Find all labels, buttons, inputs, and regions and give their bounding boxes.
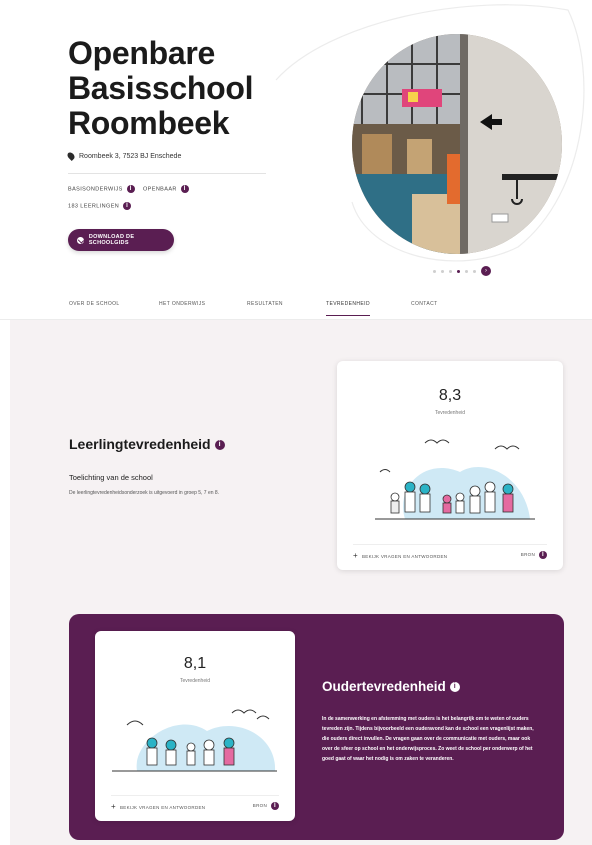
questions-link[interactable]: + Bekijk vragen en antwoorden <box>353 551 447 560</box>
location-pin-icon <box>66 151 76 161</box>
parent-card-footer: + Bekijk vragen en antwoorden Bron i <box>111 795 279 811</box>
parents-illustration <box>112 709 277 772</box>
tab-tevredenheid[interactable]: Tevredenheid <box>326 301 370 316</box>
download-schoolguide-button[interactable]: Download de schoolgids <box>68 229 174 251</box>
info-icon[interactable]: i <box>126 185 135 193</box>
school-type-text: Openbaar <box>143 186 177 193</box>
parent-satisfaction-description: In de samenwerking en afstemming met oud… <box>322 716 534 762</box>
questions-link-label: Bekijk vragen en antwoorden <box>361 553 448 559</box>
denomination-meta: Basisonderwijs i <box>68 185 135 193</box>
download-icon <box>77 236 84 244</box>
carousel-dot[interactable] <box>473 269 476 273</box>
parent-satisfaction-title: Oudertevredenheid i <box>322 679 460 694</box>
info-icon[interactable]: i <box>180 185 189 193</box>
school-photo <box>352 34 562 254</box>
hero-section: Openbare Basisschool Roombeek Roombeek 3… <box>0 0 592 290</box>
info-icon[interactable]: i <box>214 440 225 451</box>
parent-score-card: 8,1 Tevredenheid + Bekijk vragen en antwo… <box>95 631 295 821</box>
source-link[interactable]: Bron i <box>253 802 279 810</box>
download-button-label: Download de schoolgids <box>88 234 135 246</box>
address-line: Roombeek 3, 7523 BJ Enschede <box>66 151 182 161</box>
info-icon[interactable]: i <box>271 802 279 810</box>
questions-link[interactable]: + Bekijk vragen en antwoorden <box>111 802 205 811</box>
parent-score-value: 8,1 <box>183 655 207 672</box>
divider <box>68 173 266 174</box>
student-count-meta: 183 leerlingen i <box>68 202 132 210</box>
plus-icon: + <box>111 801 116 811</box>
carousel-dot[interactable] <box>449 269 452 273</box>
carousel-dot-active[interactable] <box>457 269 460 273</box>
address-text: Roombeek 3, 7523 BJ Enschede <box>79 152 182 160</box>
student-satisfaction-title-text: Leerlingtevredenheid <box>69 436 211 452</box>
carousel-dot[interactable] <box>441 269 444 273</box>
info-icon[interactable]: i <box>123 202 132 210</box>
classroom-photo-image <box>352 34 562 254</box>
plus-icon: + <box>353 550 358 560</box>
students-illustration <box>375 439 535 520</box>
school-type-meta: Openbaar i <box>143 185 189 193</box>
carousel-next-icon[interactable]: › <box>481 266 491 276</box>
tab-het-onderwijs[interactable]: Het onderwijs <box>159 301 205 315</box>
student-satisfaction-subtitle: Toelichting van de school <box>69 473 153 482</box>
student-count-text: 183 leerlingen <box>68 203 120 210</box>
student-score-card: 8,3 Tevredenheid + Bekijk vragen en antwo… <box>337 361 563 570</box>
info-icon[interactable]: i <box>449 682 460 693</box>
source-link[interactable]: Bron i <box>521 551 547 559</box>
info-icon[interactable]: i <box>539 551 547 559</box>
student-card-footer: + Bekijk vragen en antwoorden Bron i <box>353 544 547 560</box>
carousel-dot[interactable] <box>465 269 468 273</box>
parent-score-label: Tevredenheid <box>179 678 211 684</box>
tab-over-de-school[interactable]: Over de school <box>69 301 120 315</box>
questions-link-label: Bekijk vragen en antwoorden <box>119 804 206 810</box>
source-label: Bron <box>252 803 267 809</box>
carousel-pagination: › <box>433 266 491 276</box>
source-label: Bron <box>520 552 535 558</box>
tab-resultaten[interactable]: Resultaten <box>247 301 283 315</box>
section-tabs: Over de school Het onderwijs Resultaten … <box>0 296 592 320</box>
student-satisfaction-description: De leerlingtevredenheidsonderzoek is uit… <box>69 490 220 496</box>
denomination-text: Basisonderwijs <box>68 186 123 193</box>
student-score-value: 8,3 <box>438 387 462 404</box>
student-satisfaction-title: Leerlingtevredenheid i <box>69 436 225 452</box>
parent-satisfaction-title-text: Oudertevredenheid <box>322 679 446 694</box>
carousel-dot[interactable] <box>433 269 436 273</box>
tab-contact[interactable]: Contact <box>411 301 438 315</box>
student-score-label: Tevredenheid <box>434 410 466 416</box>
